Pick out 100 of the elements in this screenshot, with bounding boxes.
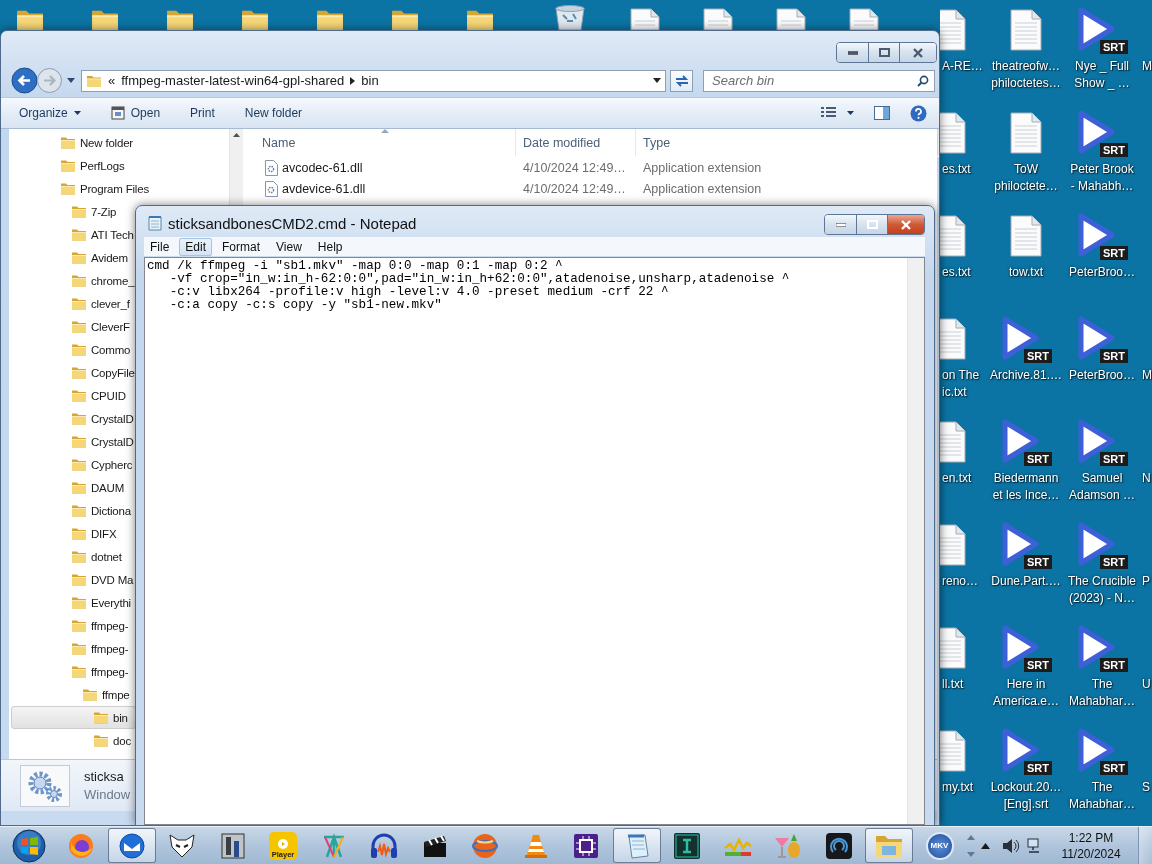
column-header[interactable]: Name [246, 129, 516, 156]
text-file-icon [1010, 9, 1042, 51]
tree-item[interactable]: Commo [11, 338, 132, 361]
globe-icon [471, 831, 499, 860]
file-name-cell[interactable]: avcodec-61.dll [246, 159, 516, 176]
tree-item[interactable]: doc [11, 729, 132, 752]
refresh-button[interactable] [670, 69, 693, 92]
mask-icon [168, 832, 196, 859]
network-icon[interactable] [1026, 837, 1042, 854]
file-type-badge: SRT [1100, 349, 1128, 363]
file-type-badge: SRT [1100, 246, 1128, 260]
search-field[interactable]: Search bin [703, 69, 935, 92]
folder-icon [71, 296, 87, 311]
folder-icon [71, 595, 87, 610]
tree-item[interactable]: DAUM [11, 476, 126, 499]
close-button[interactable] [887, 215, 924, 234]
breadcrumb[interactable]: ffmpeg-master-latest-win64-gpl-shared [121, 73, 345, 88]
file-name-label: U [1142, 676, 1151, 693]
file-name-label: N [1142, 470, 1151, 487]
breadcrumb-overflow[interactable]: « [108, 73, 116, 88]
file-name-label: Archive.81.… [990, 367, 1062, 384]
folder-icon [71, 411, 87, 426]
file-name-label: tow.txt [1009, 264, 1043, 281]
tree-item[interactable]: ffmpe [11, 683, 131, 706]
tree-item[interactable]: Cypherc [11, 453, 134, 476]
show-hidden-icons-icon[interactable] [981, 842, 990, 849]
text-file-icon [1010, 112, 1042, 154]
folder-icon [164, 8, 196, 30]
folder-icon [71, 273, 87, 288]
text-file-icon [940, 215, 966, 257]
tree-item[interactable]: DVD Ma [11, 568, 135, 591]
menu-item[interactable]: File [144, 237, 176, 256]
minimize-button[interactable] [837, 43, 868, 62]
file-name-label: The Mahabhar… [1068, 676, 1135, 710]
tree-item[interactable]: CleverF [11, 315, 131, 338]
tree-item[interactable]: ATI Tech [11, 223, 135, 246]
back-button[interactable] [11, 67, 38, 94]
text-cursor-icon [673, 831, 701, 860]
toolbar-button[interactable]: Organize [10, 101, 90, 125]
minimize-icon [847, 50, 858, 55]
folder-icon [71, 572, 87, 587]
file-name-label: ll.txt [942, 676, 964, 693]
headphones-icon [369, 831, 399, 860]
tree-item[interactable]: clever_f [11, 292, 131, 315]
tree-item[interactable]: 7-Zip [11, 200, 118, 223]
file-name-cell[interactable]: avdevice-61.dll [246, 180, 516, 197]
folder-icon [71, 250, 87, 265]
menu-item[interactable]: Format [216, 237, 267, 256]
tree-item[interactable]: chrome_ [11, 269, 136, 292]
toolbar-button[interactable]: New folder [235, 101, 312, 125]
taskbar-button[interactable]: MKV [915, 828, 964, 863]
maximize-button[interactable] [856, 215, 887, 234]
dropdown-caret-icon[interactable] [67, 78, 75, 83]
speaker-icon[interactable] [1002, 837, 1020, 854]
address-bar[interactable]: « ffmpeg-master-latest-win64-gpl-shared bin [81, 69, 666, 92]
tree-item[interactable]: Program Files [11, 177, 150, 200]
tree-item[interactable]: PerfLogs [11, 154, 126, 177]
folder-icon [71, 618, 87, 633]
file-name-label: The Crucible (2023) - N… [1068, 573, 1136, 607]
close-button[interactable] [899, 43, 936, 62]
tree-item[interactable]: Everythi [11, 591, 132, 614]
tree-item[interactable]: CopyFile [11, 361, 136, 384]
start-button[interactable] [9, 827, 48, 864]
minimize-button[interactable] [825, 215, 856, 234]
file-name-label: Peter Brook - Mahabh… [1070, 161, 1134, 195]
column-header[interactable]: Type [636, 129, 939, 156]
column-header[interactable]: Date modified [516, 129, 636, 156]
text-file-icon [940, 627, 966, 669]
file-type-badge: SRT [1024, 452, 1052, 466]
tree-item[interactable]: DIFX [11, 522, 118, 545]
tree-item[interactable]: bin [11, 706, 136, 729]
folder-icon [71, 388, 87, 403]
text-file-icon [940, 730, 966, 772]
window-title: sticksandbonesCMD2.cmd - Notepad [168, 215, 417, 232]
tree-item[interactable]: dotnet [11, 545, 123, 568]
breadcrumb[interactable]: bin [361, 73, 379, 88]
toolbar-button[interactable]: Print [181, 101, 224, 125]
menu-item[interactable]: View [270, 237, 308, 256]
tree-item[interactable]: Avidem [11, 246, 129, 269]
tree-item[interactable]: CPUID [11, 384, 127, 407]
tree-item[interactable]: ffmpeg- [11, 614, 130, 637]
tree-item[interactable]: ffmpeg- [11, 660, 130, 683]
date-cell-text: 4/10/2024 12:49… [522, 181, 627, 196]
clock[interactable]: 1:22 PM 11/20/2024 [1056, 830, 1126, 861]
tree-item[interactable]: CrystalD [11, 407, 135, 430]
menu-item[interactable]: Help [311, 237, 349, 256]
maximize-button[interactable] [868, 43, 899, 62]
tree-item[interactable]: CrystalD [11, 430, 135, 453]
document-icon [703, 8, 733, 30]
dropdown-caret-icon[interactable] [653, 78, 661, 83]
taskbar-button[interactable] [107, 828, 156, 863]
folder-icon [60, 135, 76, 150]
menu-item[interactable]: Edit [179, 237, 213, 256]
file-name-label: Biedermann et les Ince… [992, 470, 1060, 504]
tree-item[interactable]: ffmpeg- [11, 637, 130, 660]
toolbar-button[interactable]: Open [101, 101, 170, 125]
tree-item[interactable]: Dictiona [11, 499, 132, 522]
show-desktop-button[interactable] [1138, 826, 1152, 864]
scroll-up-icon[interactable] [233, 133, 240, 137]
tree-item[interactable]: New folder [11, 131, 134, 154]
